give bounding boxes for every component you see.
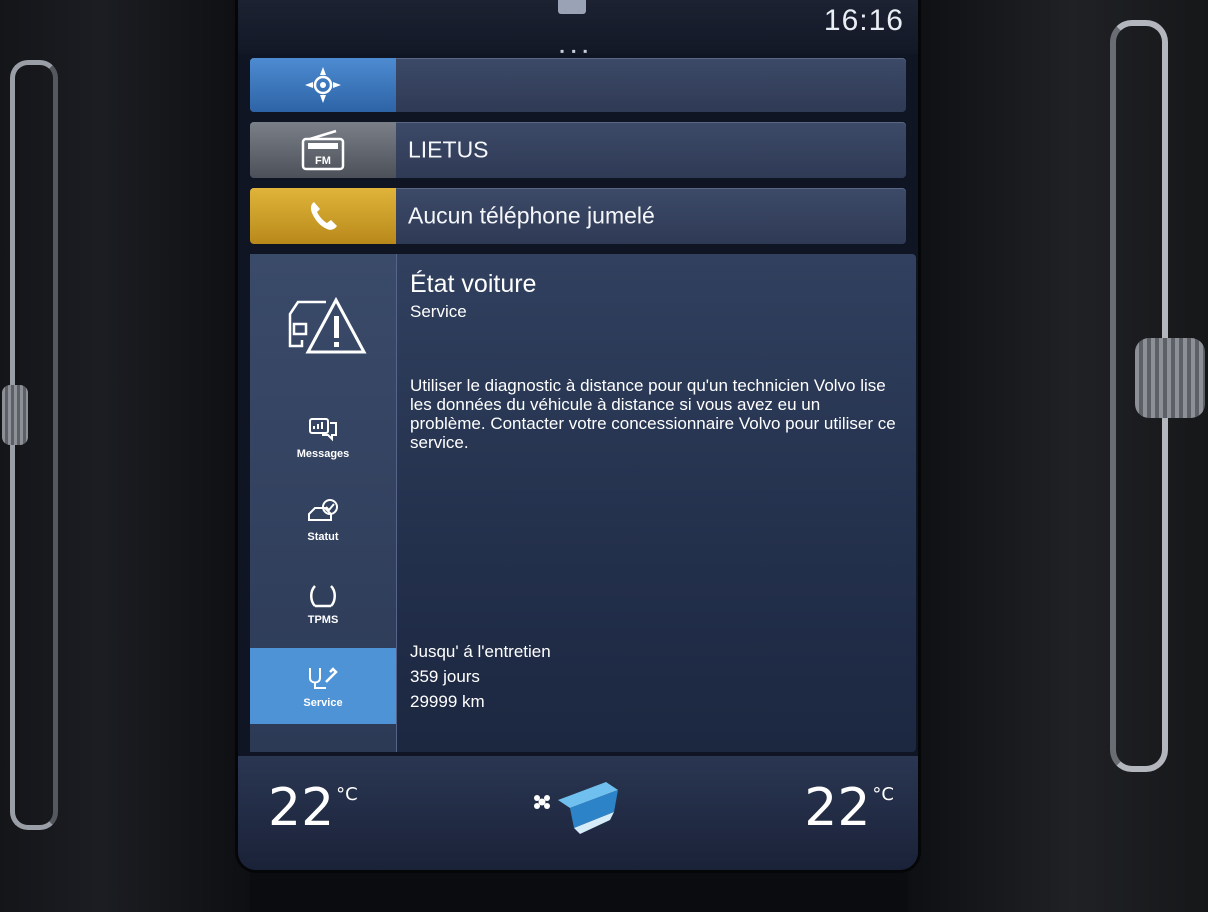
center-display: ▪ ▪ ▪ 16:16 FM LIETUS Aucun téléphone ju… [238, 0, 918, 870]
left-air-vent [10, 60, 58, 830]
phone-status-label: Aucun téléphone jumelé [408, 202, 655, 229]
tab-tpms-label: TPMS [307, 613, 339, 626]
climate-bar: 22 °C 22 °C [238, 756, 918, 870]
service-icon [309, 666, 338, 689]
passenger-temperature[interactable]: 22 °C [804, 778, 894, 838]
navigation-icon-box [250, 58, 396, 112]
radio-fm-icon: FM [301, 129, 345, 171]
left-vent-knob [2, 385, 28, 445]
svg-text:FM: FM [315, 155, 331, 167]
phone-icon [310, 202, 337, 230]
passenger-temperature-value: 22 [804, 778, 871, 838]
service-description: Utiliser le diagnostic à distance pour q… [410, 376, 896, 452]
page-dots: ▪ ▪ ▪ [560, 44, 590, 58]
tab-service-label: Service [303, 696, 343, 709]
passenger-temperature-unit: °C [872, 784, 894, 805]
navigation-tile[interactable] [250, 58, 906, 112]
car-warning-icon [288, 296, 367, 354]
tab-statut[interactable]: Statut [250, 482, 396, 558]
tab-service[interactable]: Service [250, 648, 396, 724]
messages-icon [309, 417, 337, 441]
radio-icon-box: FM [250, 122, 396, 178]
panel-subtitle: Service [410, 302, 467, 321]
phone-tile[interactable]: Aucun téléphone jumelé [250, 188, 906, 244]
tab-statut-label: Statut [307, 530, 339, 543]
media-tile[interactable]: FM LIETUS [250, 122, 906, 178]
driver-temperature-unit: °C [336, 784, 358, 805]
tab-messages-label: Messages [296, 447, 350, 460]
driver-temperature-value: 22 [268, 778, 335, 838]
tab-messages[interactable]: Messages [250, 399, 396, 475]
tire-icon [310, 584, 336, 607]
radio-station-label: LIETUS [408, 136, 489, 163]
compass-icon [305, 67, 341, 103]
tab-tpms[interactable]: TPMS [250, 566, 396, 642]
right-vent-knob [1135, 338, 1205, 418]
car-status-panel: Messages Statut TPMS Service État voitur… [250, 254, 916, 752]
car-status-icon [308, 498, 338, 521]
phone-icon-box [250, 188, 396, 244]
driver-temperature[interactable]: 22 °C [268, 778, 358, 838]
climate-seat-fan-icon[interactable] [528, 776, 628, 842]
status-bar: ▪ ▪ ▪ 16:16 [238, 0, 918, 58]
service-due-label: Jusqu' á l'entretien [410, 642, 551, 661]
pull-down-handle[interactable] [558, 0, 586, 14]
panel-title: État voiture [410, 270, 537, 298]
km-remaining: 29999 km [410, 692, 485, 711]
days-remaining: 359 jours [410, 667, 480, 686]
car-status-sidebar: Messages Statut TPMS Service [250, 254, 397, 752]
service-content: État voiture Service Utiliser le diagnos… [410, 254, 910, 752]
clock: 16:16 [823, 4, 904, 37]
